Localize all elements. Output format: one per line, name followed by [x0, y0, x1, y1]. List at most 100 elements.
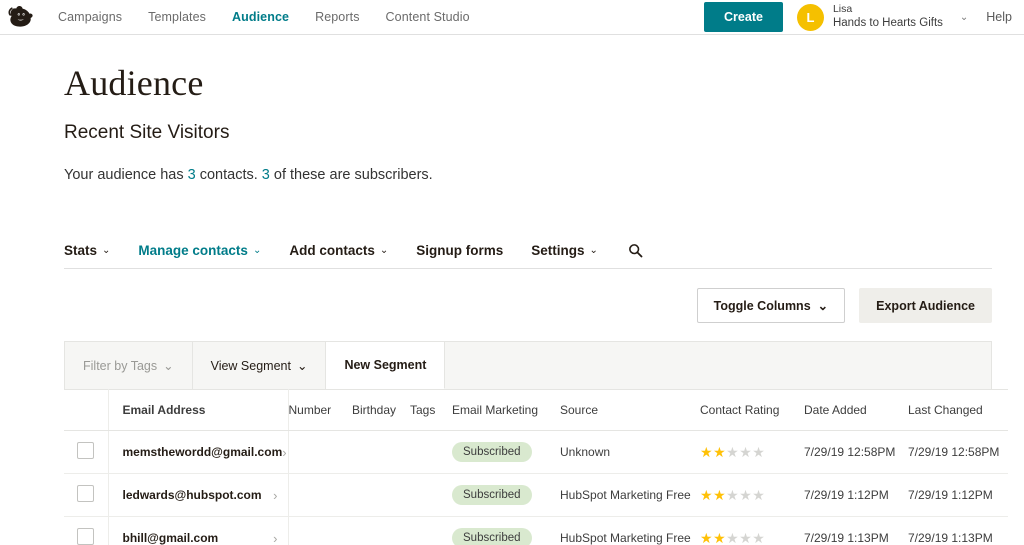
summary-prefix: Your audience has	[64, 167, 188, 183]
chevron-down-icon: ⌄	[589, 245, 598, 256]
account-menu[interactable]: L Lisa Hands to Hearts Gifts ⌄	[796, 3, 968, 31]
status-badge: Subscribed	[452, 442, 532, 462]
audience-summary: Your audience has 3 contacts. 3 of these…	[64, 167, 992, 183]
column-header-number[interactable]: Number	[288, 389, 352, 431]
contacts-table: Email Address Number Birthday Tags Email…	[64, 389, 1008, 545]
cell-contact-rating[interactable]: ★★★★★	[700, 516, 804, 545]
new-segment-button[interactable]: New Segment	[326, 342, 446, 389]
mailchimp-logo[interactable]	[0, 0, 44, 35]
cell-email: ledwards@hubspot.com ›	[108, 473, 289, 517]
chevron-right-icon[interactable]: ›	[273, 488, 277, 503]
cell-last-changed: 7/29/19 12:58PM	[908, 430, 1008, 474]
export-audience-button[interactable]: Export Audience	[859, 288, 992, 323]
cell-date-added: 7/29/19 1:12PM	[804, 473, 908, 517]
row-select-cell	[64, 430, 109, 474]
nav-link-audience[interactable]: Audience	[232, 10, 289, 24]
cell-birthday	[352, 516, 410, 545]
cell-number	[288, 516, 352, 545]
tab-settings[interactable]: Settings ⌄	[531, 243, 598, 258]
create-button[interactable]: Create	[704, 2, 783, 32]
audience-section-tabs: Stats ⌄ Manage contacts ⌄ Add contacts ⌄…	[64, 243, 992, 269]
row-select-cell	[64, 473, 109, 517]
filter-by-tags-button[interactable]: Filter by Tags ⌄	[65, 342, 193, 389]
help-link[interactable]: Help	[986, 10, 1012, 24]
summary-middle: contacts.	[195, 167, 262, 183]
cell-last-changed: 7/29/19 1:12PM	[908, 473, 1008, 517]
select-all-header	[64, 389, 109, 431]
cell-date-added: 7/29/19 12:58PM	[804, 430, 908, 474]
tab-settings-label: Settings	[531, 243, 585, 258]
chevron-right-icon[interactable]: ›	[282, 445, 286, 460]
cell-tags	[410, 516, 452, 545]
filter-bar-spacer	[445, 342, 991, 389]
row-checkbox[interactable]	[77, 485, 95, 502]
contacts-count-link[interactable]: 3	[188, 167, 196, 183]
cell-email-marketing: Subscribed	[452, 473, 560, 517]
tab-add-contacts-label: Add contacts	[289, 243, 375, 258]
nav-link-campaigns[interactable]: Campaigns	[58, 10, 122, 24]
subscribers-count-link[interactable]: 3	[262, 167, 270, 183]
tab-signup-forms-label: Signup forms	[416, 243, 504, 258]
topnav-right-group: Create L Lisa Hands to Hearts Gifts ⌄ He…	[704, 2, 1012, 32]
nav-link-reports[interactable]: Reports	[315, 10, 359, 24]
primary-nav: Campaigns Templates Audience Reports Con…	[58, 10, 470, 24]
email-link[interactable]: ledwards@hubspot.com	[123, 488, 262, 502]
email-link[interactable]: bhill@gmail.com	[123, 531, 219, 545]
column-header-birthday[interactable]: Birthday	[352, 389, 410, 431]
summary-suffix: of these are subscribers.	[269, 167, 433, 183]
cell-contact-rating[interactable]: ★★★★★	[700, 430, 804, 474]
row-checkbox[interactable]	[77, 528, 95, 545]
chevron-down-icon: ⌄	[252, 245, 262, 256]
nav-link-content-studio[interactable]: Content Studio	[386, 10, 470, 24]
account-user-name: Lisa	[832, 3, 853, 16]
filter-by-tags-label: Filter by Tags	[83, 358, 158, 373]
cell-birthday	[352, 430, 410, 474]
nav-link-templates[interactable]: Templates	[148, 10, 206, 24]
cell-email-marketing: Subscribed	[452, 430, 560, 474]
column-header-email-marketing[interactable]: Email Marketing	[452, 389, 560, 431]
segment-filter-bar: Filter by Tags ⌄ View Segment ⌄ New Segm…	[64, 341, 992, 389]
view-segment-button[interactable]: View Segment ⌄	[193, 342, 327, 389]
chevron-right-icon[interactable]: ›	[273, 531, 277, 545]
chevron-down-icon: ⌄	[296, 359, 308, 373]
column-header-date-added[interactable]: Date Added	[804, 389, 908, 431]
column-header-source[interactable]: Source	[560, 389, 700, 431]
table-row: memsthewordd@gmail.com › Subscribed Unkn…	[64, 430, 1008, 474]
cell-date-added: 7/29/19 1:13PM	[804, 516, 908, 545]
page-title: Audience	[64, 63, 204, 103]
tab-add-contacts[interactable]: Add contacts ⌄	[289, 243, 388, 258]
audience-name: Recent Site Visitors	[64, 122, 230, 143]
table-header-row: Email Address Number Birthday Tags Email…	[64, 389, 1008, 431]
top-navigation-bar: Campaigns Templates Audience Reports Con…	[0, 0, 1024, 35]
tab-manage-contacts[interactable]: Manage contacts ⌄	[138, 243, 261, 258]
search-icon[interactable]	[628, 243, 643, 258]
chevron-down-icon: ⌄	[379, 245, 389, 256]
column-header-contact-rating[interactable]: Contact Rating	[700, 389, 804, 431]
column-header-last-changed[interactable]: Last Changed	[908, 389, 1008, 431]
cell-email: memsthewordd@gmail.com ›	[108, 430, 289, 474]
toggle-columns-button[interactable]: Toggle Columns ⌄	[696, 288, 846, 323]
table-row: bhill@gmail.com › Subscribed HubSpot Mar…	[64, 516, 1008, 545]
column-header-tags[interactable]: Tags	[410, 389, 452, 431]
star-rating: ★★★★★	[700, 443, 766, 460]
cell-number	[288, 430, 352, 474]
view-segment-label: View Segment	[210, 358, 291, 373]
tab-stats-label: Stats	[64, 243, 98, 258]
row-select-cell	[64, 516, 109, 545]
cell-contact-rating[interactable]: ★★★★★	[700, 473, 804, 517]
chevron-down-icon: ⌄	[102, 245, 111, 256]
row-checkbox[interactable]	[77, 442, 95, 459]
star-rating: ★★★★★	[700, 529, 766, 545]
cell-source: HubSpot Marketing Free	[560, 516, 700, 545]
account-org-name: Hands to Hearts Gifts	[832, 17, 943, 30]
column-header-email[interactable]: Email Address	[108, 389, 289, 431]
avatar: L	[796, 3, 824, 31]
cell-email: bhill@gmail.com ›	[108, 516, 289, 545]
tab-stats[interactable]: Stats ⌄	[64, 243, 110, 258]
status-badge: Subscribed	[452, 485, 532, 505]
table-row: ledwards@hubspot.com › Subscribed HubSpo…	[64, 473, 1008, 517]
email-link[interactable]: memsthewordd@gmail.com	[123, 445, 283, 459]
tab-signup-forms[interactable]: Signup forms	[416, 243, 503, 258]
toggle-columns-label: Toggle Columns	[713, 298, 811, 313]
page-body: Audience Recent Site Visitors Your audie…	[0, 62, 1024, 545]
